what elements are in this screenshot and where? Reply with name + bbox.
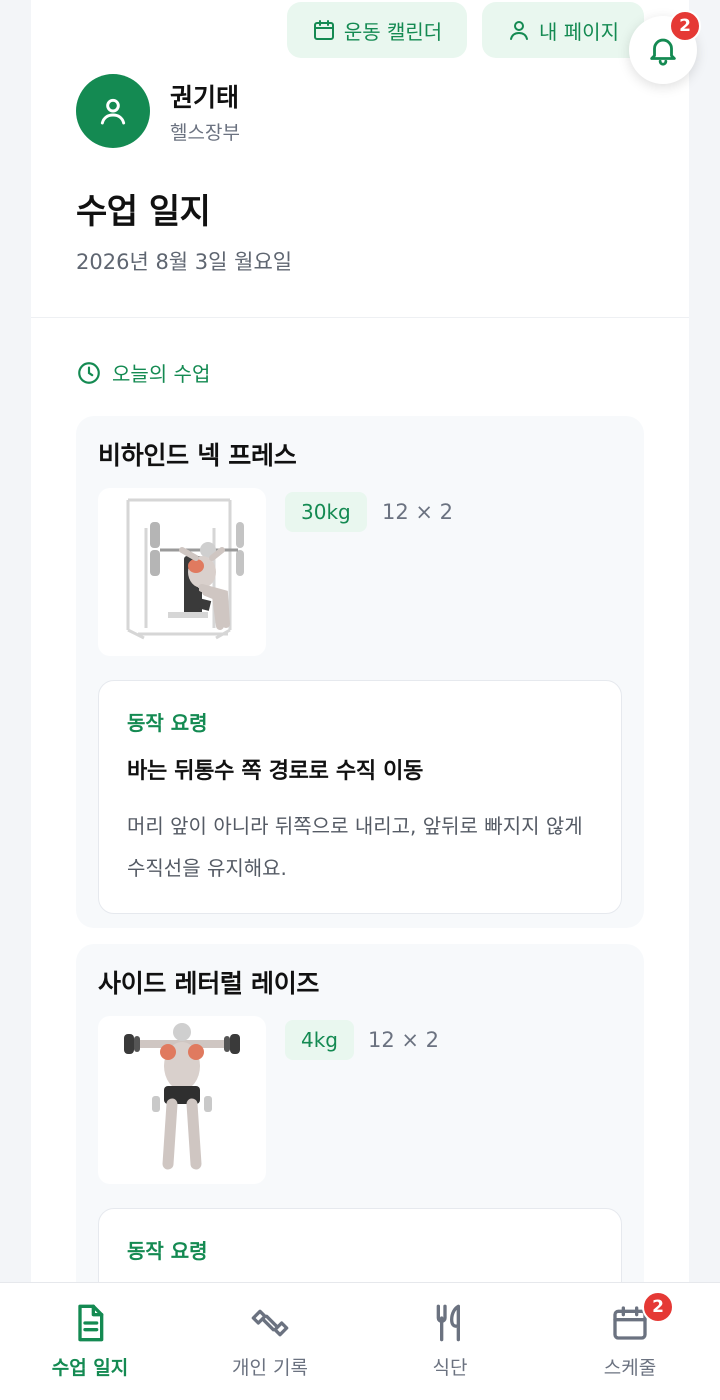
calendar-icon xyxy=(313,20,334,40)
mypage-button-label: 내 페이지 xyxy=(539,19,619,44)
utensils-icon xyxy=(436,1304,460,1342)
page-container: 운동 캘린더 내 페이지 권기태 헬스장부 수업 일지 2026년 8월 3일 … xyxy=(31,0,689,1400)
mypage-button[interactable]: 내 페이지 xyxy=(482,2,644,58)
bottom-nav: 수업 일지 개인 기록 식단 스케줄 2 xyxy=(0,1282,720,1400)
notification-badge: 2 xyxy=(669,10,701,42)
calendar-button[interactable]: 운동 캘린더 xyxy=(287,2,467,58)
nav-item-label: 개인 기록 xyxy=(232,1357,308,1379)
notification-button[interactable]: 2 xyxy=(629,10,701,84)
exercise-image xyxy=(98,1016,266,1184)
weight-badge: 30kg xyxy=(285,492,367,532)
page-date: 2026년 8월 3일 월요일 xyxy=(76,250,293,274)
nav-item-label: 스케줄 xyxy=(603,1357,657,1379)
user-icon xyxy=(100,98,126,125)
divider xyxy=(31,317,689,318)
nav-item-label: 식단 xyxy=(432,1357,468,1379)
nav-item-label: 수업 일지 xyxy=(51,1357,129,1379)
exercise-name: 사이드 레터럴 레이즈 xyxy=(98,969,320,998)
user-icon xyxy=(510,21,529,40)
exercise-image xyxy=(98,488,266,656)
nav-item-personal-record[interactable]: 개인 기록 xyxy=(180,1283,360,1400)
reps-text: 12 × 2 xyxy=(382,500,454,524)
section-header: 오늘의 수업 xyxy=(76,358,210,387)
dumbbell-icon xyxy=(251,1309,289,1337)
nav-item-diet[interactable]: 식단 xyxy=(360,1283,540,1400)
user-name: 권기태 xyxy=(170,83,240,112)
document-icon xyxy=(78,1304,104,1342)
exercise-tip: 동작 요령 바는 뒤통수 쪽 경로로 수직 이동 머리 앞이 아니라 뒤쪽으로 … xyxy=(98,680,622,914)
schedule-badge: 2 xyxy=(642,1291,674,1323)
reps-text: 12 × 2 xyxy=(368,1028,440,1052)
tip-label: 동작 요령 xyxy=(127,1239,208,1263)
section-title: 오늘의 수업 xyxy=(112,362,211,386)
exercise-card[interactable]: 비하인드 넥 프레스 30kg 12 × 2 동작 요령 바는 뒤통수 쪽 경로… xyxy=(76,416,644,928)
user-role: 헬스장부 xyxy=(170,122,240,144)
nav-item-schedule[interactable]: 스케줄 2 xyxy=(540,1283,720,1400)
tip-title: 바는 뒤통수 쪽 경로로 수직 이동 xyxy=(127,759,424,784)
avatar[interactable] xyxy=(76,74,150,148)
weight-badge: 4kg xyxy=(285,1020,355,1060)
exercise-name: 비하인드 넥 프레스 xyxy=(98,441,297,470)
page-title: 수업 일지 xyxy=(76,192,211,232)
clock-icon xyxy=(78,361,100,384)
calendar-button-label: 운동 캘린더 xyxy=(343,19,443,44)
tip-description: 머리 앞이 아니라 뒤쪽으로 내리고, 앞뒤로 빠지지 않게 수직선을 유지해요… xyxy=(127,814,583,880)
nav-item-class-log[interactable]: 수업 일지 xyxy=(0,1283,180,1400)
tip-label: 동작 요령 xyxy=(127,711,208,735)
